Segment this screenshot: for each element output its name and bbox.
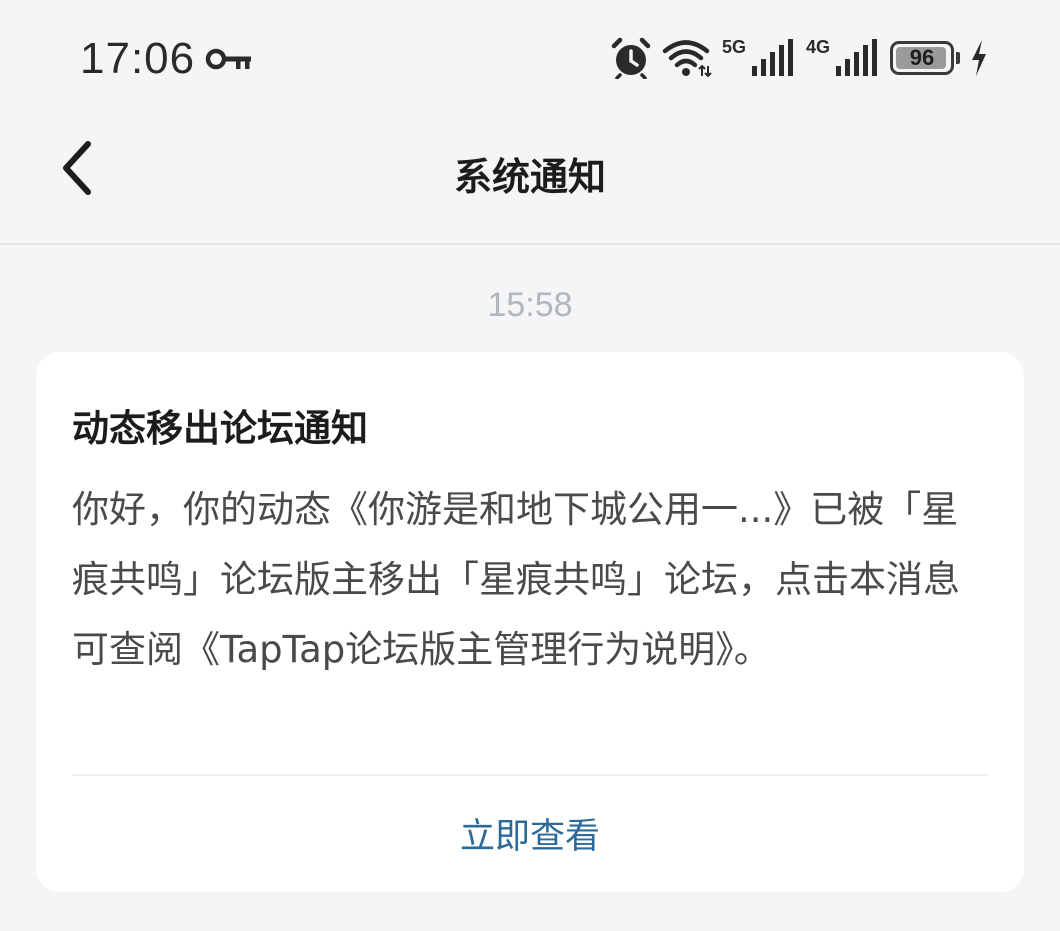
status-time: 17:06: [80, 34, 196, 83]
notification-card[interactable]: 动态移出论坛通知 你好，你的动态《你游是和地下城公用一...》已被「星痕共鸣」论…: [36, 352, 1024, 892]
status-bar: 17:06 5G 4G 96: [0, 0, 1060, 118]
page-title: 系统通知: [453, 155, 606, 199]
nav-bar: 系统通知: [0, 118, 1060, 245]
wifi-icon: [662, 40, 712, 78]
key-icon: [205, 48, 251, 70]
battery-level: 96: [909, 45, 935, 70]
status-icons: 5G 4G 96: [610, 36, 988, 80]
card-divider: [72, 774, 988, 776]
view-now-button[interactable]: 立即查看: [36, 808, 1024, 859]
message-timestamp: 15:58: [487, 286, 573, 324]
notification-title: 动态移出论坛通知: [72, 407, 368, 450]
signal-icon: [836, 39, 877, 76]
notification-body: 你好，你的动态《你游是和地下城公用一...》已被「星痕共鸣」论坛版主移出「星痕共…: [72, 488, 960, 671]
battery-tip: [956, 52, 960, 64]
battery-icon: 96: [890, 41, 954, 75]
alarm-icon: [611, 37, 651, 79]
signal-icon: [751, 39, 793, 76]
network-5g-label: 5G: [721, 37, 746, 57]
network-4g-label: 4G: [805, 37, 830, 57]
charging-icon: [972, 40, 986, 76]
